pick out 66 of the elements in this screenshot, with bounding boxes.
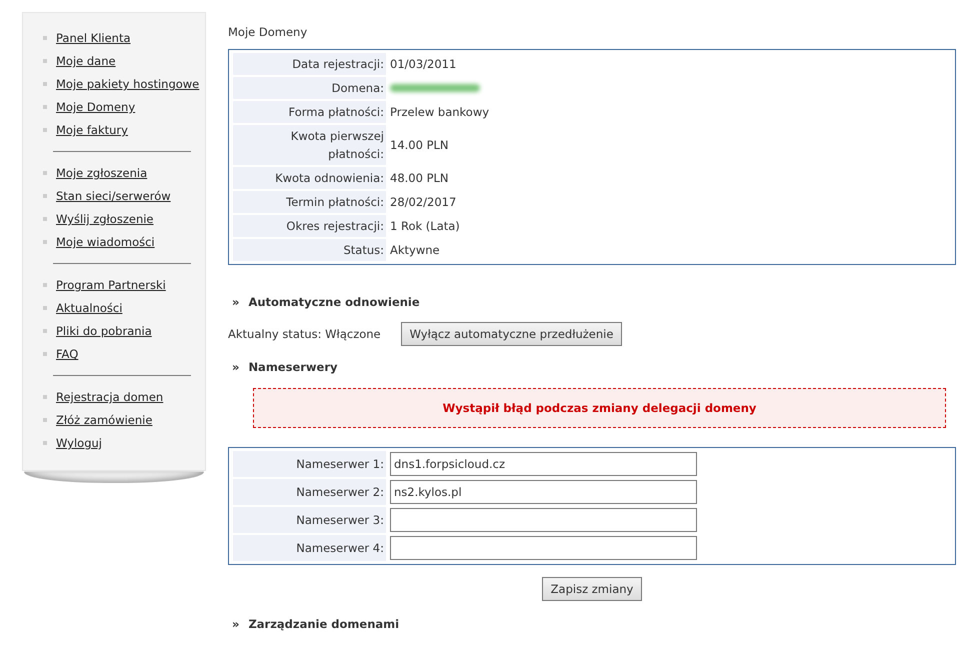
bullet-icon [43, 441, 47, 445]
nameserver-field[interactable]: ns2.kylos.pl [390, 480, 697, 504]
nameserver-label: Nameserwer 2: [233, 479, 386, 505]
detail-label: Forma płatności: [233, 101, 386, 123]
status-text: Aktualny status: Włączone [228, 327, 381, 341]
page-title: Moje Domeny [228, 25, 308, 39]
bullet-icon [43, 329, 47, 333]
bullet-icon [43, 59, 47, 63]
detail-label: Data rejestracji: [233, 53, 386, 75]
save-button[interactable]: Zapisz zmiany [542, 577, 642, 601]
bullet-icon [43, 352, 47, 356]
bullet-icon [43, 418, 47, 422]
sidebar-link[interactable]: Moje Domeny [56, 100, 136, 114]
detail-value: 14.00 PLN [389, 137, 449, 154]
bullet-icon [43, 105, 47, 109]
detail-label: Termin płatności: [233, 191, 386, 213]
bullet-icon [43, 36, 47, 40]
bullet-icon [43, 306, 47, 310]
section-marker: » [232, 360, 240, 374]
bullet-icon [43, 240, 47, 244]
sidebar-link[interactable]: Stan sieci/serwerów [56, 189, 171, 203]
detail-value: 48.00 PLN [389, 170, 449, 187]
detail-label: Kwota pierwszej płatności: [233, 125, 386, 165]
detail-label: Domena: [233, 77, 386, 99]
detail-value: 28/02/2017 [389, 194, 456, 211]
bullet-icon [43, 82, 47, 86]
sidebar-link[interactable]: Moje dane [56, 54, 116, 68]
bullet-icon [43, 217, 47, 221]
detail-value: Przelew bankowy [389, 104, 490, 121]
disable-renewal-button[interactable]: Wyłącz automatyczne przedłużenie [400, 322, 622, 346]
nameserver-field[interactable]: dns1.forpsicloud.cz [390, 452, 697, 476]
nameserver-label: Nameserwer 4: [233, 535, 386, 561]
detail-value: 1 Rok (Lata) [389, 218, 460, 235]
section-marker: » [232, 617, 240, 631]
section-marker: » [232, 295, 240, 309]
bullet-icon [43, 171, 47, 175]
detail-label: Kwota odnowienia: [233, 167, 386, 189]
section-heading: Nameserwery [248, 360, 338, 374]
sidebar-link[interactable]: Wyloguj [56, 436, 102, 450]
detail-label: Status: [233, 239, 386, 261]
section-heading: Zarządzanie domenami [248, 617, 400, 631]
sidebar-link[interactable]: Złóż zamówienie [56, 413, 152, 427]
sidebar-link[interactable]: FAQ [56, 347, 78, 361]
sidebar-link[interactable]: Moje faktury [56, 123, 128, 137]
sidebar-link[interactable]: Moje zgłoszenia [56, 166, 148, 180]
sidebar-link[interactable]: Wyślij zgłoszenie [56, 212, 154, 226]
detail-value: 01/03/2011 [389, 56, 456, 73]
nameserver-field[interactable] [390, 508, 697, 532]
detail-value: Aktywne [389, 242, 440, 259]
sidebar-link[interactable]: Pliki do pobrania [56, 324, 152, 338]
sidebar-link[interactable]: Moje pakiety hostingowe [56, 77, 200, 91]
sidebar-link[interactable]: Moje wiadomości [56, 235, 155, 249]
bullet-icon [43, 128, 47, 132]
sidebar-link[interactable]: Rejestracja domen [56, 390, 164, 404]
bullet-icon [43, 194, 47, 198]
nameserver-label: Nameserwer 1: [233, 451, 386, 477]
bullet-icon [43, 283, 47, 287]
error-message: Wystąpił błąd podczas zmiany delegacji domeny [253, 388, 946, 428]
detail-label: Okres rejestracji: [233, 215, 386, 237]
nameserver-label: Nameserwer 3: [233, 507, 386, 533]
section-heading: Automatyczne odnowienie [248, 295, 420, 309]
nameserver-field[interactable] [390, 536, 697, 560]
sidebar-link[interactable]: Panel Klienta [56, 31, 131, 45]
sidebar-link[interactable]: Program Partnerski [56, 278, 166, 292]
bullet-icon [43, 395, 47, 399]
sidebar-link[interactable]: Aktualności [56, 301, 122, 315]
